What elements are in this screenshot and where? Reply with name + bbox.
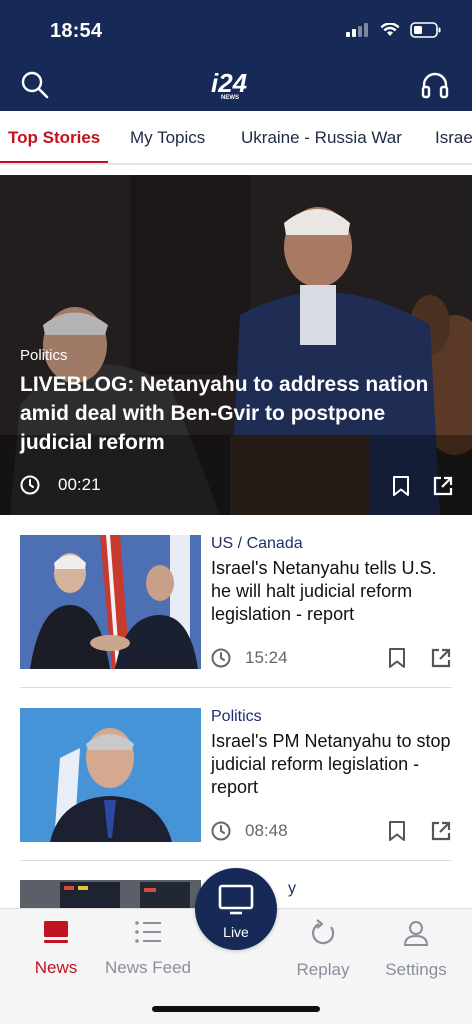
bookmark-icon[interactable]	[392, 475, 410, 497]
article-meta: 08:48	[211, 821, 288, 841]
list-icon	[135, 921, 161, 943]
home-indicator	[152, 1006, 320, 1012]
hero-actions	[392, 475, 454, 497]
article-thumbnail	[20, 880, 201, 910]
hero-headline[interactable]: LIVEBLOG: Netanyahu to address nation am…	[20, 370, 440, 457]
clock-icon	[211, 821, 231, 841]
article-category[interactable]: US / Canada	[211, 535, 303, 553]
tab-top-stories[interactable]: Top Stories	[8, 128, 100, 148]
news-icon	[44, 921, 68, 943]
share-icon[interactable]	[430, 647, 452, 669]
article-actions	[388, 820, 452, 842]
hero-time: 00:21	[58, 475, 101, 494]
nav-news-feed-label: News Feed	[105, 958, 191, 977]
nav-settings[interactable]: Settings	[371, 919, 461, 980]
article-thumbnail	[20, 535, 201, 669]
tab-israel[interactable]: Israe	[435, 128, 472, 148]
wifi-icon	[380, 23, 400, 36]
article-category[interactable]: y	[288, 880, 296, 898]
nav-settings-label: Settings	[385, 960, 447, 979]
replay-icon	[312, 919, 335, 945]
active-tab-indicator	[0, 161, 108, 163]
share-icon[interactable]	[432, 475, 454, 497]
battery-icon	[410, 22, 441, 38]
nav-replay[interactable]: Replay	[278, 919, 368, 980]
search-icon	[21, 71, 49, 99]
share-icon[interactable]	[430, 820, 452, 842]
live-button[interactable]: Live	[195, 868, 277, 950]
tv-icon	[218, 884, 254, 915]
app-header: 18:54 i24 NEWS	[0, 0, 472, 111]
nav-news-label: News	[34, 958, 78, 977]
svg-text:NEWS: NEWS	[221, 95, 239, 100]
nav-news-feed[interactable]: News Feed	[103, 919, 193, 978]
status-time: 18:54	[50, 20, 103, 42]
live-label: Live	[223, 924, 249, 940]
nav-news[interactable]: News	[11, 919, 101, 978]
nav-replay-label: Replay	[296, 960, 350, 979]
tab-ukraine-russia-war[interactable]: Ukraine - Russia War	[241, 128, 402, 148]
tab-my-topics[interactable]: My Topics	[130, 128, 205, 148]
bookmark-icon[interactable]	[388, 820, 406, 842]
signal-icon	[346, 23, 368, 37]
hero-meta: 00:21	[20, 475, 101, 495]
status-icons	[346, 22, 442, 38]
bookmark-icon[interactable]	[388, 647, 406, 669]
hero-story[interactable]: Politics LIVEBLOG: Netanyahu to address …	[0, 175, 472, 515]
article-time: 15:24	[245, 648, 288, 667]
clock-icon	[211, 648, 231, 668]
audio-button[interactable]	[420, 70, 450, 100]
hero-category[interactable]: Politics	[20, 347, 68, 364]
article-meta: 15:24	[211, 648, 288, 668]
headphones-icon	[421, 72, 449, 99]
article-headline[interactable]: Israel's PM Netanyahu to stop judicial r…	[211, 730, 456, 799]
article-headline[interactable]: Israel's Netanyahu tells U.S. he will ha…	[211, 557, 456, 626]
article-item[interactable]: Politics Israel's PM Netanyahu to stop j…	[20, 708, 452, 844]
article-item[interactable]: US / Canada Israel's Netanyahu tells U.S…	[20, 535, 452, 671]
divider	[20, 860, 452, 861]
i24-logo[interactable]: i24 NEWS	[209, 68, 265, 101]
article-time: 08:48	[245, 821, 288, 840]
user-icon	[403, 921, 429, 946]
article-actions	[388, 647, 452, 669]
search-button[interactable]	[20, 70, 50, 100]
svg-text:i24: i24	[211, 68, 248, 98]
article-thumbnail	[20, 708, 201, 842]
divider	[20, 687, 452, 688]
hero-photo	[0, 175, 472, 515]
topic-tabs: Top Stories My Topics Ukraine - Russia W…	[0, 111, 472, 165]
clock-icon	[20, 475, 40, 495]
article-category[interactable]: Politics	[211, 708, 262, 726]
